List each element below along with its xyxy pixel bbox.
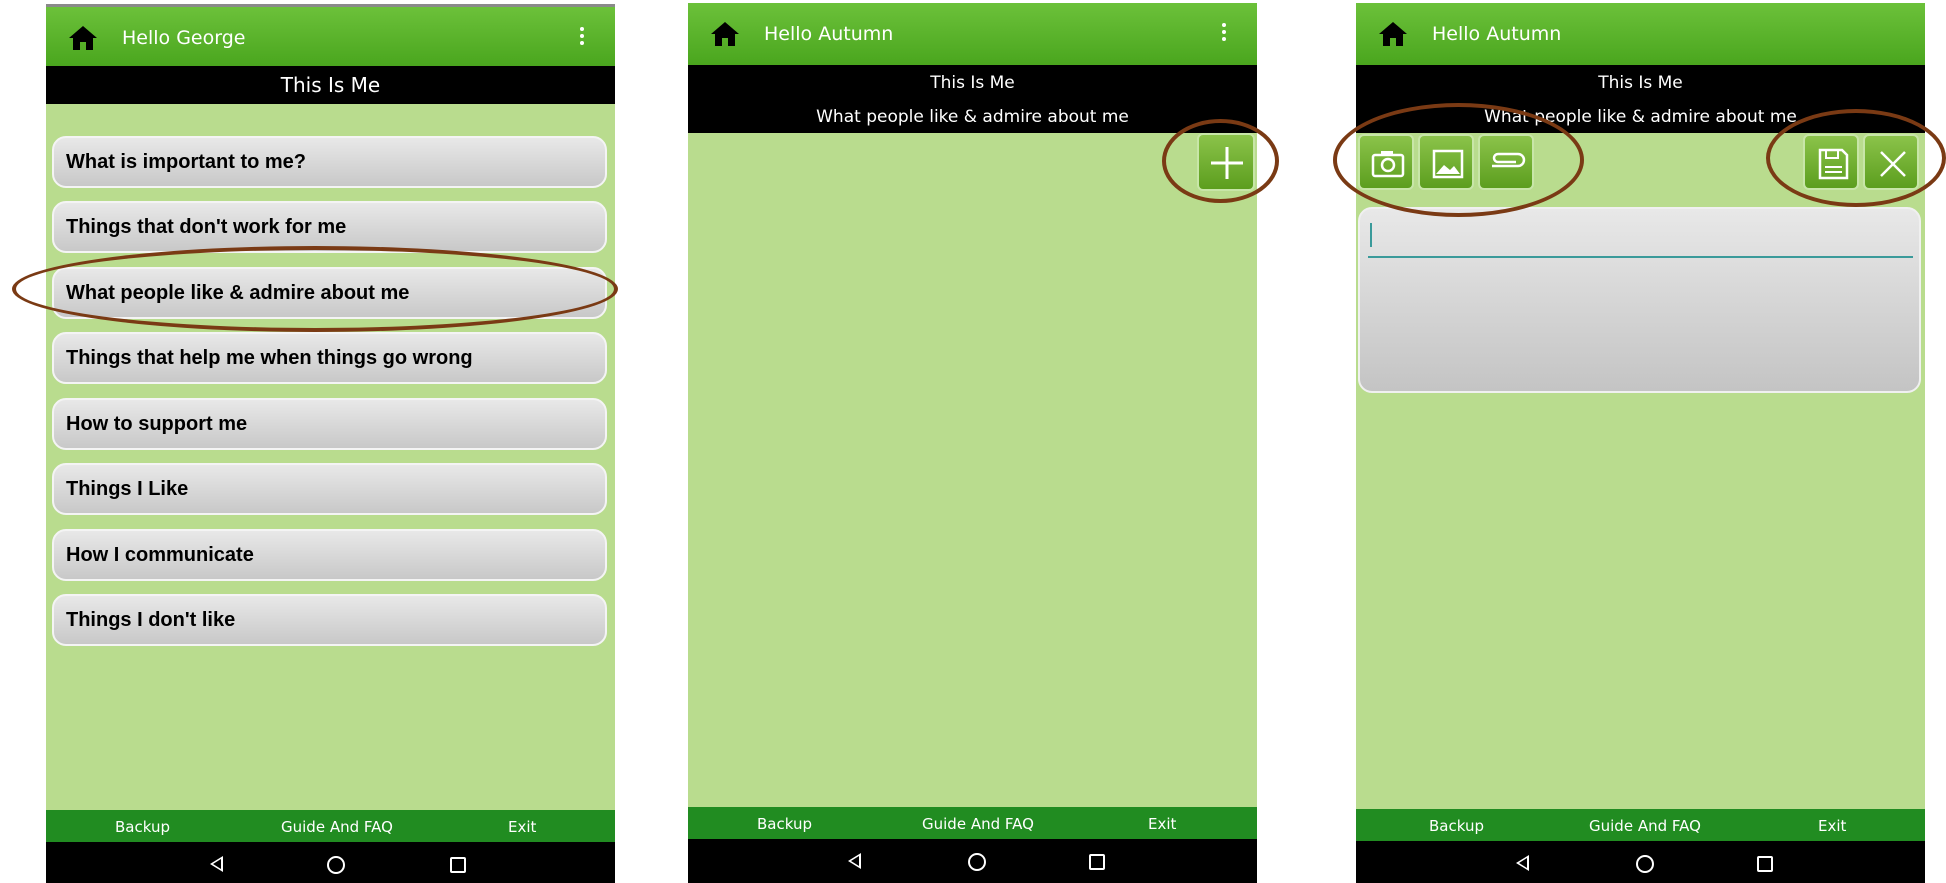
list-item[interactable]: Things that help me when things go wrong xyxy=(52,332,607,384)
exit-button[interactable]: Exit xyxy=(1148,815,1176,833)
greeting-title: Hello George xyxy=(122,27,246,49)
guide-faq-button[interactable]: Guide And FAQ xyxy=(281,818,393,836)
save-icon xyxy=(1818,148,1849,180)
text-caret xyxy=(1370,223,1372,247)
home-icon[interactable] xyxy=(710,21,740,47)
close-button[interactable] xyxy=(1863,134,1919,190)
back-icon[interactable] xyxy=(1516,855,1529,871)
bottom-nav: Backup Guide And FAQ Exit xyxy=(1356,809,1925,841)
screen-admire-list: Hello Autumn This Is Me What people like… xyxy=(688,3,1257,883)
section-header: This Is Me What people like & admire abo… xyxy=(688,65,1257,133)
bottom-nav: Backup Guide And FAQ Exit xyxy=(46,810,615,842)
screen-admire-editor: Hello Autumn This Is Me What people like… xyxy=(1356,3,1925,883)
note-card xyxy=(1358,207,1921,393)
subsection-title: What people like & admire about me xyxy=(1484,107,1797,127)
list-item[interactable]: Things I don't like xyxy=(52,594,607,646)
list-item[interactable]: Things that don't work for me xyxy=(52,201,607,253)
guide-faq-button[interactable]: Guide And FAQ xyxy=(922,815,1034,833)
system-nav-bar xyxy=(46,842,615,883)
backup-button[interactable]: Backup xyxy=(757,815,812,833)
system-nav-bar xyxy=(1356,841,1925,883)
back-icon[interactable] xyxy=(848,853,861,869)
add-button[interactable] xyxy=(1197,133,1255,191)
gallery-button[interactable] xyxy=(1418,134,1474,190)
list-item[interactable]: What people like & admire about me xyxy=(52,267,607,319)
section-title: This Is Me xyxy=(46,66,615,104)
exit-button[interactable]: Exit xyxy=(1818,817,1846,835)
section-title: This Is Me xyxy=(930,73,1015,93)
app-bar: Hello Autumn xyxy=(1356,3,1925,65)
list-item[interactable]: How I communicate xyxy=(52,529,607,581)
app-bar: Hello Autumn xyxy=(688,3,1257,65)
camera-icon xyxy=(1371,151,1405,178)
subsection-title: What people like & admire about me xyxy=(816,107,1129,127)
list-item[interactable]: Things I Like xyxy=(52,463,607,515)
recent-apps-icon[interactable] xyxy=(450,857,466,873)
close-icon xyxy=(1880,151,1906,177)
home-icon[interactable] xyxy=(68,25,98,51)
paperclip-icon xyxy=(1492,152,1526,168)
recent-apps-icon[interactable] xyxy=(1089,854,1105,870)
system-nav-bar xyxy=(688,839,1257,883)
section-header: This Is Me What people like & admire abo… xyxy=(1356,65,1925,133)
overflow-menu-icon[interactable] xyxy=(1221,23,1227,43)
list-item[interactable]: How to support me xyxy=(52,398,607,450)
guide-faq-button[interactable]: Guide And FAQ xyxy=(1589,817,1701,835)
home-circle-icon[interactable] xyxy=(327,856,345,874)
back-icon[interactable] xyxy=(210,856,223,872)
section-title: This Is Me xyxy=(1598,73,1683,93)
bottom-nav: Backup Guide And FAQ Exit xyxy=(688,807,1257,839)
greeting-title: Hello Autumn xyxy=(1432,23,1562,45)
screen-this-is-me-list: Hello George This Is Me What is importan… xyxy=(46,4,615,883)
list-item[interactable]: What is important to me? xyxy=(52,136,607,188)
overflow-menu-icon[interactable] xyxy=(579,27,585,47)
camera-button[interactable] xyxy=(1358,134,1414,190)
app-bar: Hello George xyxy=(46,4,615,66)
exit-button[interactable]: Exit xyxy=(508,818,536,836)
greeting-title: Hello Autumn xyxy=(764,23,894,45)
backup-button[interactable]: Backup xyxy=(1429,817,1484,835)
save-button[interactable] xyxy=(1803,134,1859,190)
home-icon[interactable] xyxy=(1378,21,1408,47)
backup-button[interactable]: Backup xyxy=(115,818,170,836)
image-icon xyxy=(1432,149,1464,179)
home-circle-icon[interactable] xyxy=(1636,855,1654,873)
home-circle-icon[interactable] xyxy=(968,853,986,871)
recent-apps-icon[interactable] xyxy=(1757,856,1773,872)
plus-icon xyxy=(1211,147,1243,179)
note-text-input[interactable] xyxy=(1368,224,1913,258)
attach-button[interactable] xyxy=(1478,134,1534,190)
